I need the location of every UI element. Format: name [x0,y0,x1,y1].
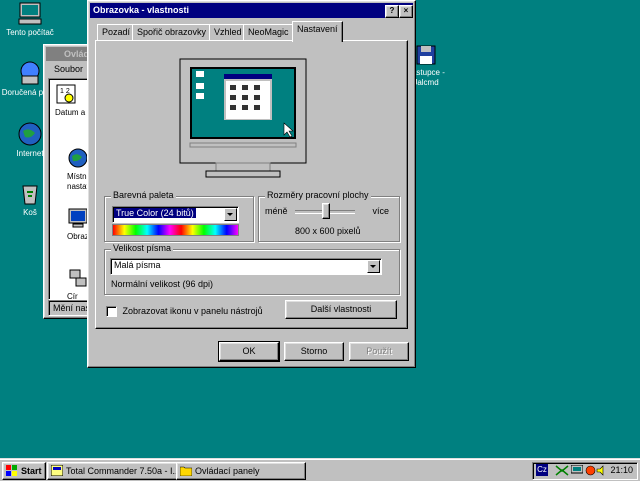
floppy-icon [416,45,436,65]
network-tray-icon[interactable] [555,465,569,476]
checkbox-label: Zobrazovat ikonu v panelu nástrojů [122,306,263,316]
taskbar: Start Total Commander 7.50a - I... Ovlád… [0,458,640,481]
resolution-more-label: více [372,206,389,216]
font-size-note: Normální velikost (96 dpi) [111,279,214,289]
display-icon [68,208,88,228]
apply-button: Použít [349,342,409,361]
taskbar-item-label: Total Commander 7.50a - I... [66,466,179,476]
clock[interactable]: 21:10 [610,463,633,478]
taskbar-item-total-commander[interactable]: Total Commander 7.50a - I... [47,462,179,480]
desktop-icon-label: Internet [16,149,44,158]
dialog-title[interactable]: Obrazovka - vlastnosti [90,3,413,18]
resolution-group: Rozměry pracovní plochy méně více 800 x … [258,190,400,242]
resolution-label: Rozměry pracovní plochy [265,190,371,200]
total-commander-icon [51,465,63,476]
network-icon [69,269,87,287]
color-spectrum-bar [112,224,239,236]
tab-appearance[interactable]: Vzhled [209,24,247,41]
start-label: Start [21,466,42,476]
status-tray-icon[interactable] [585,465,596,476]
show-icon-checkbox[interactable]: Zobrazovat ikonu v panelu nástrojů [106,305,263,318]
inbox-icon [20,61,40,85]
desktop-icon-my-computer[interactable]: Tento počítač [0,2,60,38]
resolution-less-label: méně [265,206,288,216]
calendar-icon: 1 2 [56,84,76,104]
settings-panel: Barevná paleta True Color (24 bitů) Rozm… [95,40,408,329]
tab-screensaver[interactable]: Spořič obrazovky [132,24,212,41]
ok-button[interactable]: OK [218,341,280,362]
palette-group: Barevná paleta True Color (24 bitů) [104,190,254,242]
palette-value: True Color (24 bitů) [114,208,196,218]
display-tray-icon[interactable] [571,465,583,476]
display-properties-dialog[interactable]: Obrazovka - vlastnosti ? × Pozadí Spořič… [87,0,416,368]
globe-icon [18,122,42,146]
windows-logo-icon [6,465,17,476]
chevron-down-icon[interactable] [367,260,380,273]
palette-label: Barevná paleta [111,190,176,200]
globe-icon [68,148,88,168]
font-size-select[interactable]: Malá písma [110,258,382,275]
start-button[interactable]: Start [2,462,46,480]
resolution-value: 800 x 600 pixelů [295,226,361,236]
font-size-group: Velikost písma Malá písma Normální velik… [104,243,400,295]
recycle-bin-icon [22,185,38,205]
advanced-properties-button[interactable]: Další vlastnosti [285,300,397,319]
tab-background[interactable]: Pozadí [97,24,136,41]
close-button[interactable]: × [399,5,413,18]
monitor-preview [179,58,307,178]
taskbar-item-control-panel[interactable]: Ovládací panely [176,462,306,480]
volume-icon[interactable] [596,465,607,476]
desktop-icon-label: Tento počítač [6,28,54,37]
system-tray: Cz 21:10 [532,462,638,480]
cancel-button[interactable]: Storno [284,342,344,361]
computer-icon [18,2,42,25]
help-button[interactable]: ? [385,5,399,18]
chevron-down-icon[interactable] [224,208,237,221]
desktop-icon-label: Koš [23,208,37,217]
tab-settings[interactable]: Nastavení [292,21,343,42]
resolution-slider-thumb[interactable] [322,203,330,219]
font-size-label: Velikost písma [111,243,174,253]
font-size-value: Malá písma [114,260,161,270]
checkbox-box[interactable] [106,306,117,318]
palette-select[interactable]: True Color (24 bitů) [112,206,239,223]
folder-icon [180,466,192,476]
tab-neomagic[interactable]: NeoMagic [243,24,294,41]
taskbar-item-label: Ovládací panely [195,466,260,476]
language-indicator[interactable]: Cz [536,464,548,476]
